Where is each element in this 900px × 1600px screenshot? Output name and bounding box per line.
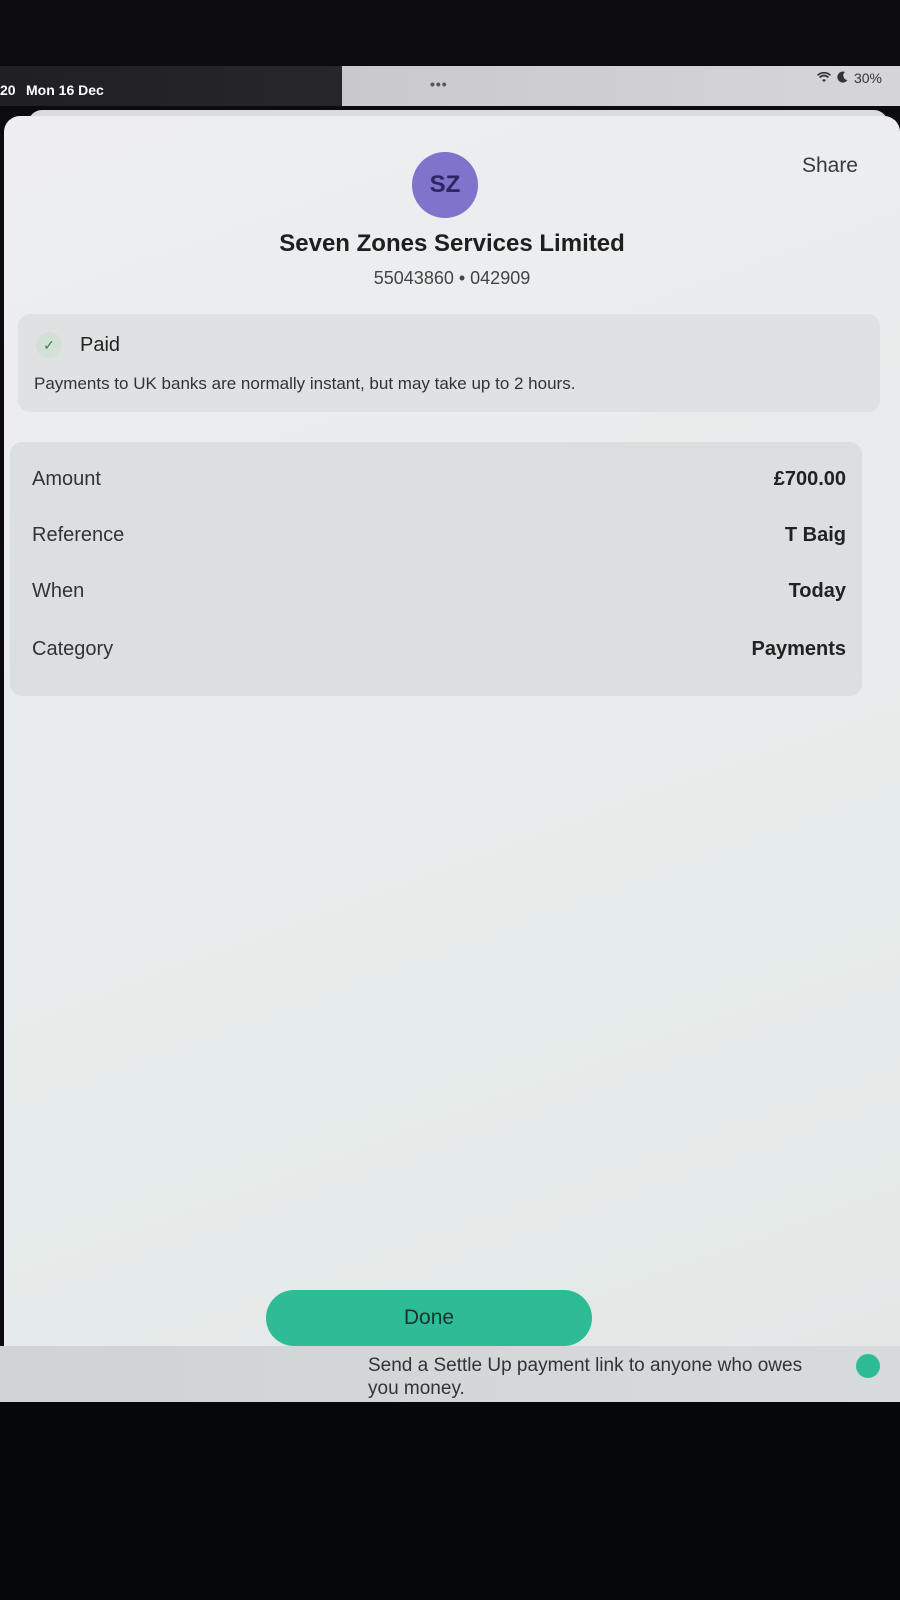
detail-label: Amount bbox=[32, 468, 101, 490]
promo-icon bbox=[856, 1354, 880, 1378]
status-bar: 20 Mon 16 Dec ••• 30% bbox=[0, 66, 900, 106]
battery-percent: 30% bbox=[853, 70, 882, 86]
status-note: Payments to UK banks are normally instan… bbox=[34, 374, 576, 393]
detail-value: T Baig bbox=[784, 524, 846, 546]
status-time: 20 bbox=[0, 82, 16, 98]
detail-row-amount: Amount £700.00 bbox=[10, 460, 862, 500]
detail-label: Reference bbox=[32, 524, 125, 546]
detail-value: £700.00 bbox=[773, 468, 846, 490]
status-label: Paid bbox=[80, 334, 121, 356]
moon-icon bbox=[837, 70, 848, 86]
status-indicators: 30% bbox=[816, 70, 882, 86]
payment-status-card: ✓ Paid Payments to UK banks are normally… bbox=[18, 314, 880, 412]
background-promo: Send a Settle Up payment link to anyone … bbox=[0, 1346, 900, 1402]
detail-value: Today bbox=[788, 580, 846, 602]
avatar: SZ bbox=[412, 152, 478, 218]
detail-value: Payments bbox=[751, 638, 847, 660]
detail-row-reference: Reference T Baig bbox=[10, 516, 862, 556]
wifi-icon bbox=[816, 70, 831, 86]
done-button[interactable]: Done bbox=[266, 1290, 592, 1346]
details-card: Amount £700.00 Reference T Baig When Tod… bbox=[10, 442, 862, 696]
detail-row-when: When Today bbox=[10, 572, 862, 612]
detail-row-category[interactable]: Category Payments bbox=[10, 630, 862, 670]
multitask-dots-icon[interactable]: ••• bbox=[430, 76, 448, 92]
device-bezel bbox=[0, 1402, 900, 1600]
share-button[interactable]: Share bbox=[802, 154, 858, 178]
account-info: 55043860 • 042909 bbox=[373, 268, 531, 288]
check-icon: ✓ bbox=[36, 332, 62, 358]
status-date: Mon 16 Dec bbox=[26, 82, 104, 98]
payee-name: Seven Zones Services Limited bbox=[279, 230, 625, 257]
transaction-sheet: Share SZ Seven Zones Services Limited 55… bbox=[4, 116, 900, 1346]
detail-label: Category bbox=[32, 638, 114, 660]
detail-label: When bbox=[32, 580, 85, 602]
settle-up-promo-text: Send a Settle Up payment link to anyone … bbox=[368, 1355, 803, 1399]
